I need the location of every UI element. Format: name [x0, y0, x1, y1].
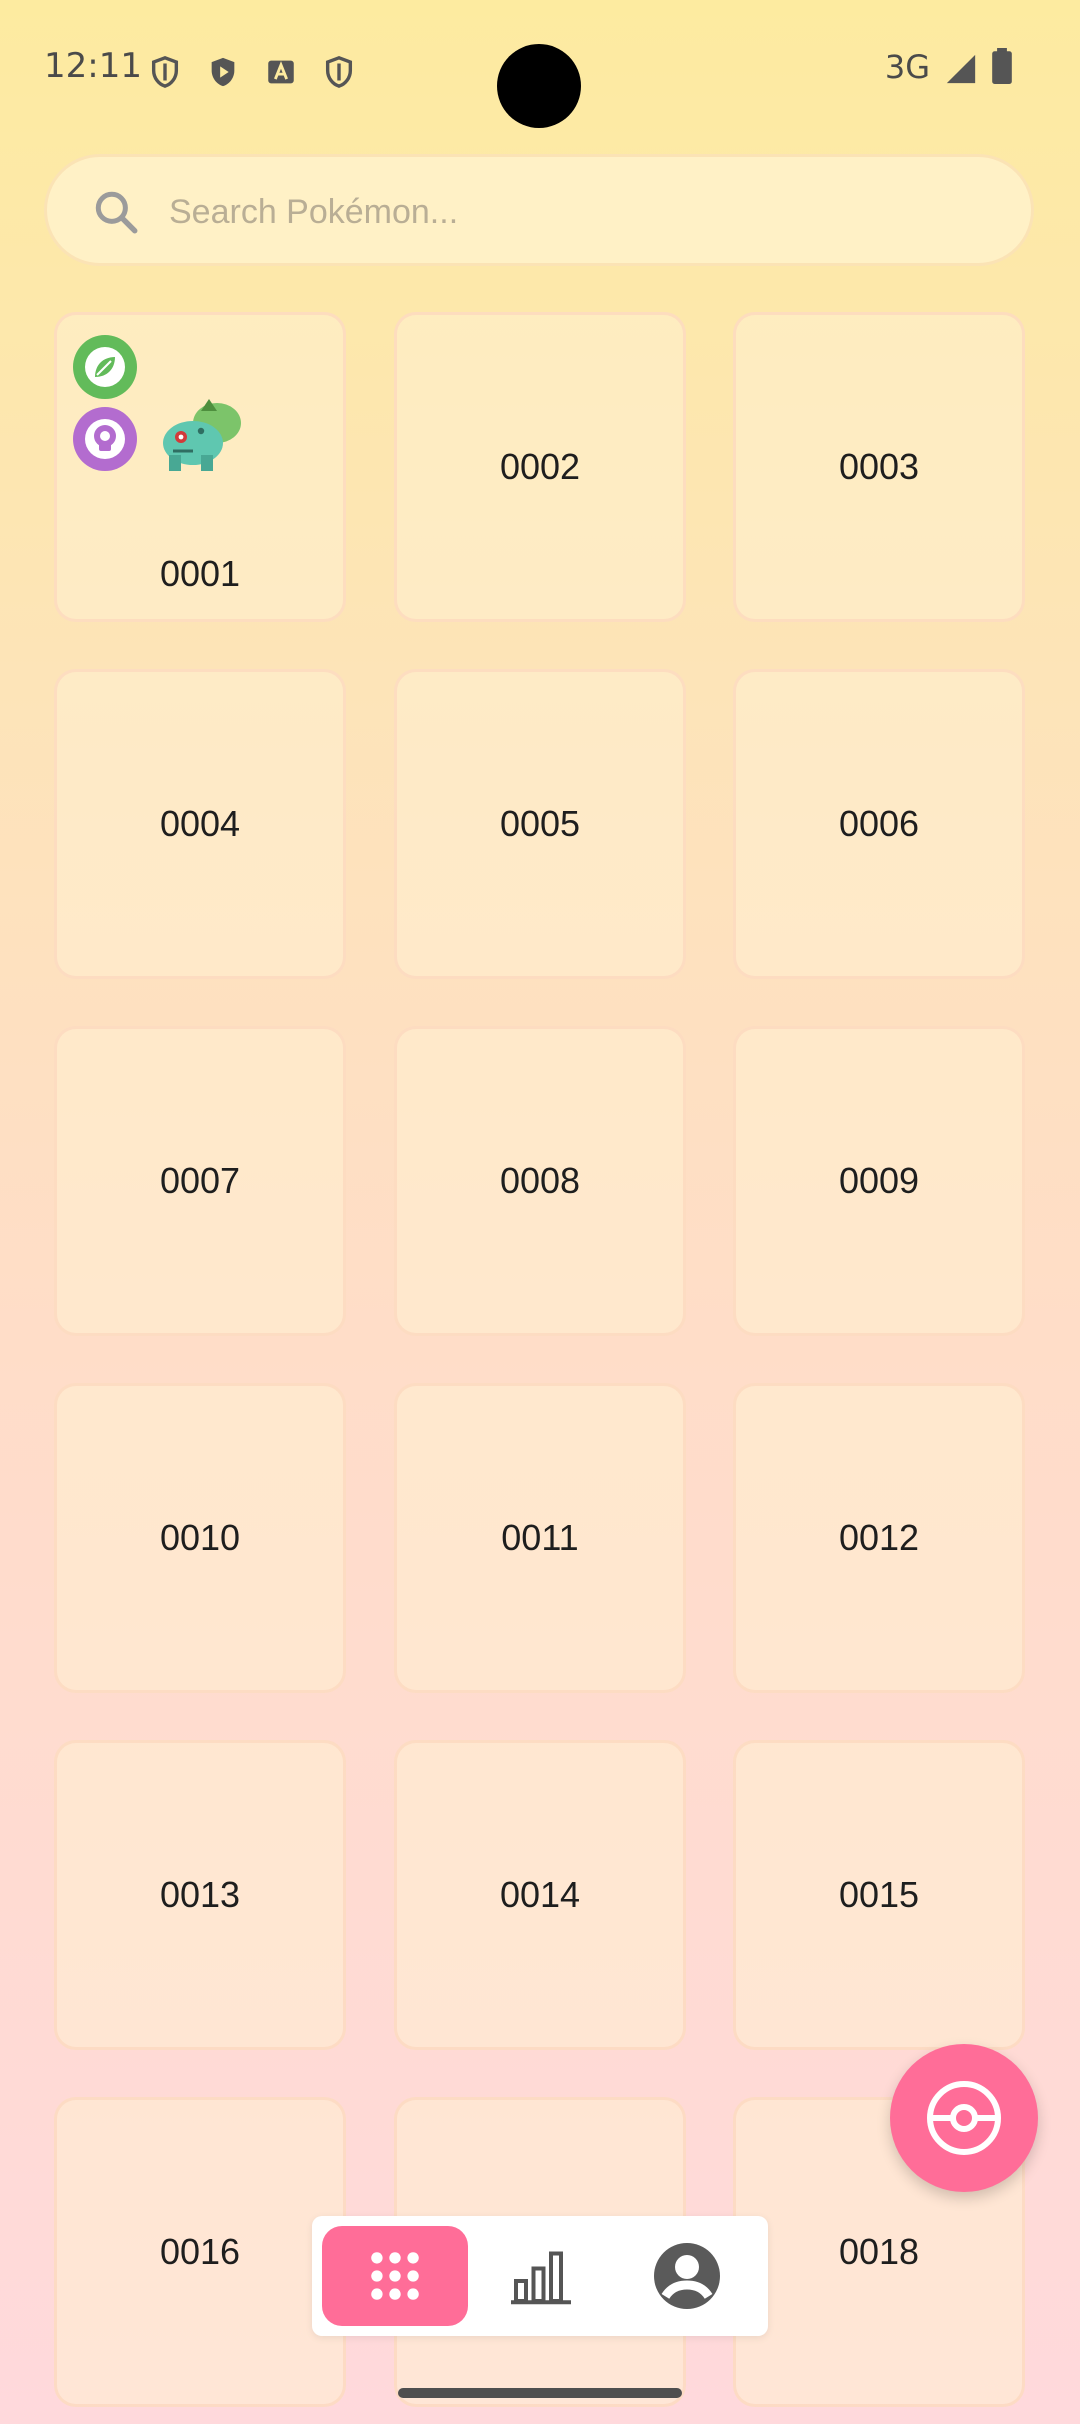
- pokeball-icon: [927, 2081, 1001, 2155]
- pokeball-button[interactable]: [890, 2044, 1038, 2192]
- pokemon-card[interactable]: 0011: [394, 1383, 686, 1693]
- pokemon-number: 0007: [159, 1160, 241, 1201]
- account-icon: [654, 2243, 720, 2309]
- pokemon-card[interactable]: 0005: [394, 669, 686, 979]
- pokemon-number: 0008: [499, 1160, 581, 1201]
- network-type: 3G: [884, 48, 930, 86]
- search-input[interactable]: Search Pokémon...: [169, 193, 458, 232]
- pokemon-card[interactable]: 0003: [733, 312, 1025, 622]
- pokemon-number: 0006: [838, 803, 920, 844]
- pokemon-card[interactable]: 0009: [733, 1026, 1025, 1336]
- bar-chart-icon: [511, 2251, 571, 2305]
- pokemon-number: 0015: [838, 1874, 920, 1915]
- pokemon-card[interactable]: 0013: [54, 1740, 346, 2050]
- battery-icon: [992, 48, 1012, 84]
- nav-profile[interactable]: [614, 2226, 760, 2326]
- shield-icon: [325, 56, 353, 88]
- pokemon-card[interactable]: 0012: [733, 1383, 1025, 1693]
- pokemon-number: 0011: [501, 1517, 579, 1558]
- pokemon-number: 0003: [838, 446, 920, 487]
- pokemon-number: 0010: [159, 1517, 241, 1558]
- pokemon-number: 0001: [159, 553, 241, 594]
- shield-icon: [151, 56, 179, 88]
- pokemon-number: 0004: [159, 803, 241, 844]
- pokemon-card[interactable]: 0015: [733, 1740, 1025, 2050]
- pokemon-number: 0012: [838, 1517, 920, 1558]
- pokemon-card[interactable]: 0004: [54, 669, 346, 979]
- pokemon-card[interactable]: 0008: [394, 1026, 686, 1336]
- pokemon-number: 0009: [838, 1160, 920, 1201]
- nav-stats[interactable]: [468, 2226, 614, 2326]
- status-time: 12:11: [44, 46, 142, 86]
- pokemon-card[interactable]: 0001: [54, 312, 346, 622]
- pokemon-card[interactable]: 0010: [54, 1383, 346, 1693]
- pokemon-number: 0002: [499, 446, 581, 487]
- pokemon-card[interactable]: 0007: [54, 1026, 346, 1336]
- pokemon-number: 0016: [159, 2231, 241, 2272]
- pokemon-number: 0014: [499, 1874, 581, 1915]
- search-bar[interactable]: Search Pokémon...: [44, 154, 1034, 266]
- pokemon-card[interactable]: 0016: [54, 2097, 346, 2407]
- gesture-bar: [398, 2388, 682, 2398]
- camera-cutout: [497, 44, 581, 128]
- signal-icon: [946, 54, 976, 84]
- grid-icon: [371, 2252, 419, 2300]
- bottom-navigation: [312, 2216, 768, 2336]
- pokemon-card[interactable]: 0014: [394, 1740, 686, 2050]
- font-icon: [268, 60, 294, 84]
- pokemon-card[interactable]: 0006: [733, 669, 1025, 979]
- pokemon-number: 0013: [159, 1874, 241, 1915]
- search-icon: [95, 191, 138, 234]
- pokemon-number: 0005: [499, 803, 581, 844]
- pokemon-card[interactable]: 0002: [394, 312, 686, 622]
- nav-grid[interactable]: [322, 2226, 468, 2326]
- play-shield-icon: [211, 57, 235, 87]
